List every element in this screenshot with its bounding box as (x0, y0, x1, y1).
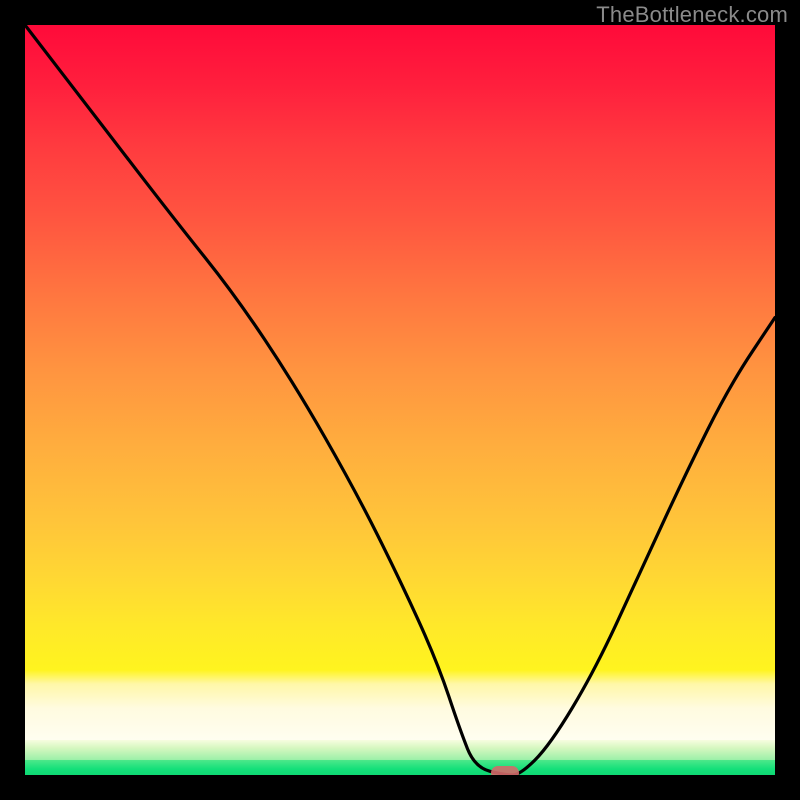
curve-layer (25, 25, 775, 775)
plot-area (25, 25, 775, 775)
chart-frame: TheBottleneck.com (0, 0, 800, 800)
optimal-point-marker (491, 766, 519, 775)
bottleneck-curve (25, 25, 775, 775)
